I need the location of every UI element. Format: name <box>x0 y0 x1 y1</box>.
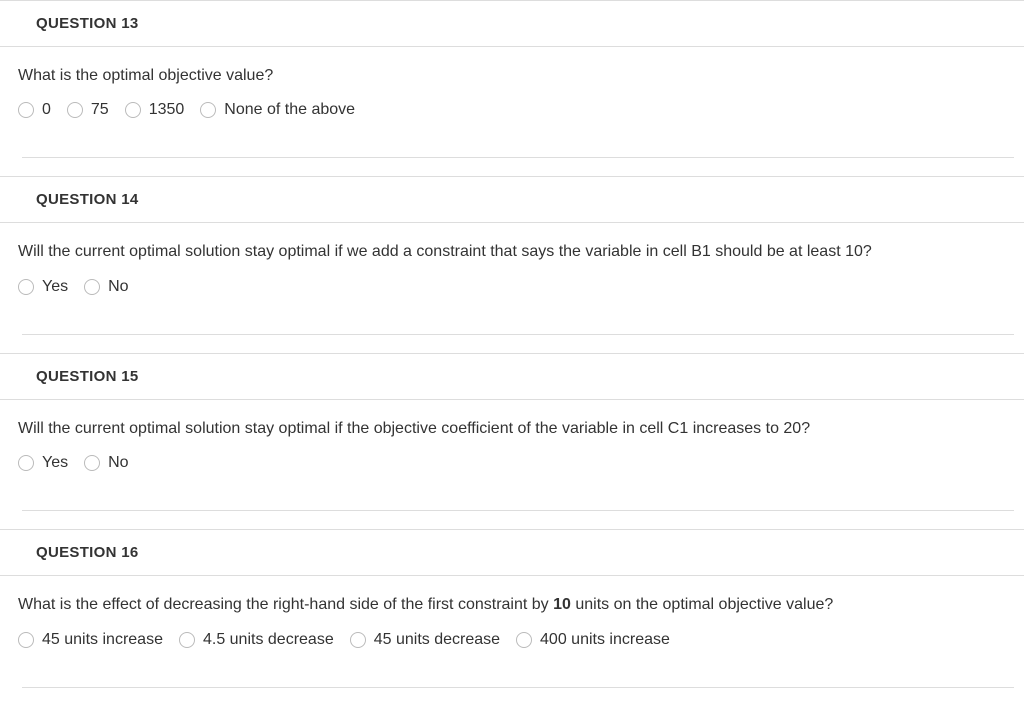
option-label: 45 units increase <box>42 631 163 649</box>
option-label: 400 units increase <box>540 631 670 649</box>
options-row: Yes No <box>18 454 1014 472</box>
radio-option[interactable]: Yes <box>18 278 68 296</box>
radio-option[interactable]: 75 <box>67 101 109 119</box>
question-block: QUESTION 16 What is the effect of decreas… <box>0 529 1024 705</box>
radio-icon[interactable] <box>67 102 83 118</box>
radio-icon[interactable] <box>179 632 195 648</box>
radio-icon[interactable] <box>18 279 34 295</box>
radio-icon[interactable] <box>18 102 34 118</box>
options-row: 0 75 1350 None of the above <box>18 101 1014 119</box>
options-row: Yes No <box>18 278 1014 296</box>
question-header: QUESTION 13 <box>0 1 1024 47</box>
question-header: QUESTION 16 <box>0 530 1024 576</box>
question-body: What is the optimal objective value? 0 75 1… <box>0 47 1024 176</box>
question-body: Will the current optimal solution stay o… <box>0 223 1024 352</box>
question-title: QUESTION 13 <box>36 15 1024 32</box>
radio-option[interactable]: 4.5 units decrease <box>179 631 334 649</box>
option-label: No <box>108 278 128 296</box>
radio-icon[interactable] <box>84 279 100 295</box>
radio-icon[interactable] <box>18 632 34 648</box>
option-label: 75 <box>91 101 109 119</box>
radio-option[interactable]: 400 units increase <box>516 631 670 649</box>
option-label: Yes <box>42 454 68 472</box>
radio-option[interactable]: No <box>84 278 128 296</box>
radio-icon[interactable] <box>200 102 216 118</box>
radio-icon[interactable] <box>516 632 532 648</box>
divider <box>22 687 1014 688</box>
radio-option[interactable]: No <box>84 454 128 472</box>
question-prompt: What is the optimal objective value? <box>18 65 1014 87</box>
option-label: 4.5 units decrease <box>203 631 334 649</box>
question-block: QUESTION 15 Will the current optimal solu… <box>0 353 1024 529</box>
question-body: What is the effect of decreasing the rig… <box>0 576 1024 705</box>
question-header: QUESTION 15 <box>0 354 1024 400</box>
options-row: 45 units increase 4.5 units decrease 45 un… <box>18 631 1014 649</box>
option-label: No <box>108 454 128 472</box>
radio-option[interactable]: None of the above <box>200 101 355 119</box>
option-label: Yes <box>42 278 68 296</box>
question-prompt: Will the current optimal solution stay o… <box>18 418 1014 440</box>
question-block: QUESTION 13 What is the optimal objective… <box>0 0 1024 176</box>
radio-option[interactable]: 0 <box>18 101 51 119</box>
radio-icon[interactable] <box>18 455 34 471</box>
option-label: 45 units decrease <box>374 631 500 649</box>
question-title: QUESTION 16 <box>36 544 1024 561</box>
radio-option[interactable]: 45 units decrease <box>350 631 500 649</box>
radio-icon[interactable] <box>350 632 366 648</box>
radio-option[interactable]: 45 units increase <box>18 631 163 649</box>
divider <box>22 334 1014 335</box>
radio-option[interactable]: 1350 <box>125 101 185 119</box>
question-title: QUESTION 15 <box>36 368 1024 385</box>
question-prompt: Will the current optimal solution stay o… <box>18 241 1014 263</box>
option-label: 0 <box>42 101 51 119</box>
radio-option[interactable]: Yes <box>18 454 68 472</box>
question-block: QUESTION 14 Will the current optimal solu… <box>0 176 1024 352</box>
question-body: Will the current optimal solution stay o… <box>0 400 1024 529</box>
radio-icon[interactable] <box>125 102 141 118</box>
divider <box>22 510 1014 511</box>
option-label: None of the above <box>224 101 355 119</box>
option-label: 1350 <box>149 101 185 119</box>
divider <box>22 157 1014 158</box>
question-prompt: What is the effect of decreasing the rig… <box>18 594 1014 616</box>
question-header: QUESTION 14 <box>0 177 1024 223</box>
question-title: QUESTION 14 <box>36 191 1024 208</box>
radio-icon[interactable] <box>84 455 100 471</box>
